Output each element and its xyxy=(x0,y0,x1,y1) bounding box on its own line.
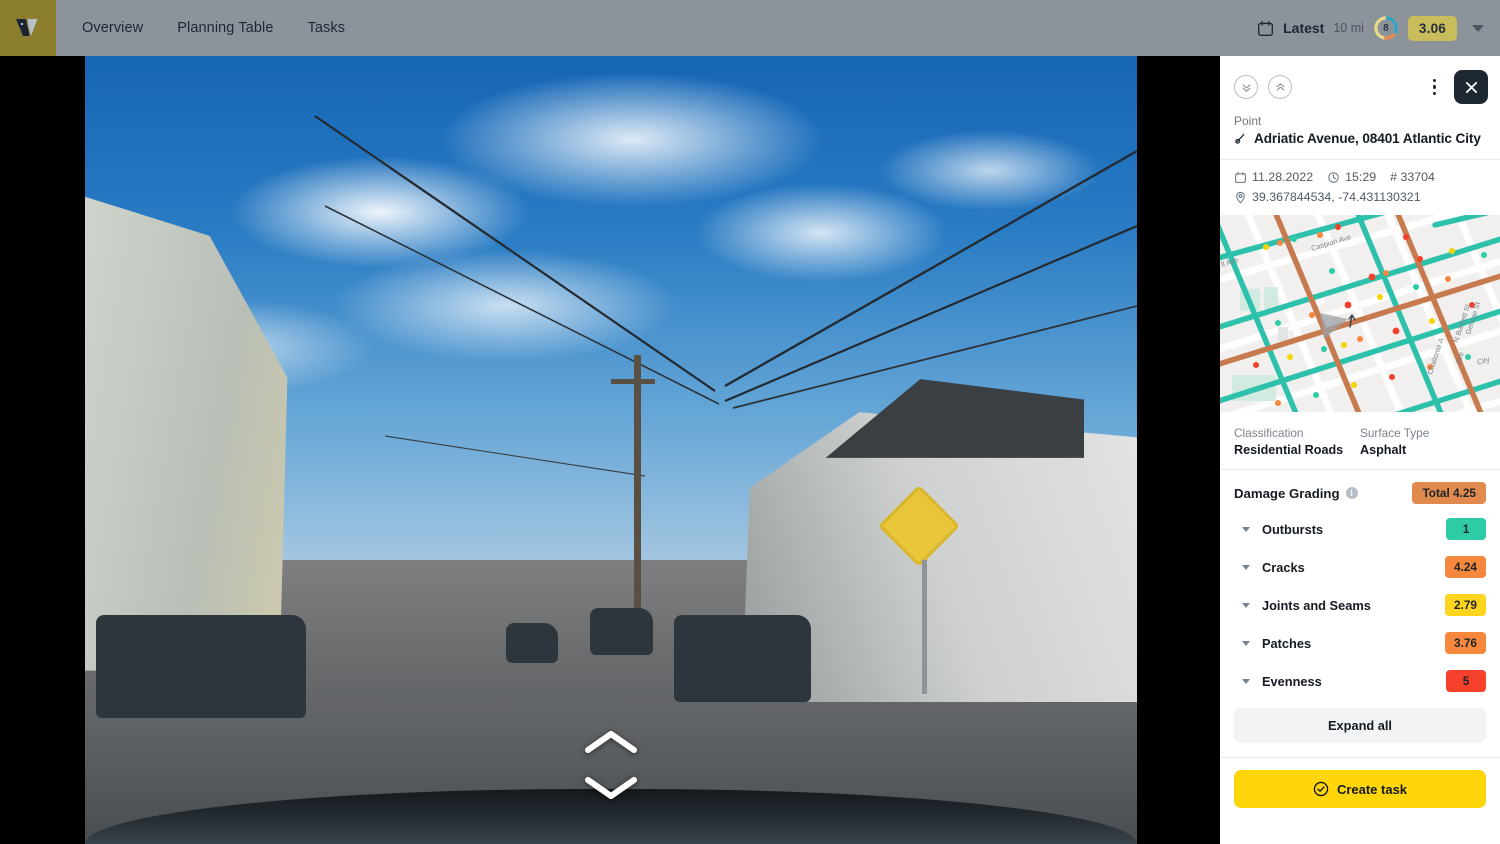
damage-grading-row[interactable]: Joints and Seams 2.79 xyxy=(1220,586,1500,624)
metadata-row-primary: 11.28.2022 15:29 # 33704 xyxy=(1234,170,1486,184)
road-marker-icon xyxy=(1235,133,1245,144)
sign-post xyxy=(922,560,928,695)
expand-all-section: Expand all xyxy=(1220,700,1500,757)
damage-grading-row-label: Patches xyxy=(1262,635,1312,651)
surface-type-label: Surface Type xyxy=(1360,426,1430,440)
page-title: Adriatic Avenue, 08401 Atlantic City xyxy=(1254,131,1481,146)
damage-grading-row-label: Joints and Seams xyxy=(1262,597,1371,613)
chevron-down-icon[interactable] xyxy=(1242,602,1250,608)
damage-grading-row-score: 3.76 xyxy=(1445,632,1486,654)
info-icon[interactable]: i xyxy=(1345,487,1358,499)
condition-donut-chart[interactable]: 8 xyxy=(1373,15,1399,41)
mini-map[interactable]: Caspian Ave ll Ave George St N Bartlett … xyxy=(1220,215,1500,412)
close-icon xyxy=(1465,81,1477,93)
coordinates-item: 39.367844534, -74.431130321 xyxy=(1234,190,1421,204)
expand-all-icon-button[interactable] xyxy=(1268,75,1292,99)
chevron-down-icon[interactable] xyxy=(1242,678,1250,684)
top-navigation-bar: Overview Planning Table Tasks Latest 10 … xyxy=(0,0,1500,56)
distance-label: 10 mi xyxy=(1333,21,1364,35)
detail-panel: Point Adriatic Avenue, 08401 Atlantic Ci… xyxy=(1220,56,1500,844)
chevron-down-icon[interactable] xyxy=(583,774,639,802)
damage-grading-row-score: 4.24 xyxy=(1445,556,1486,578)
main-nav: Overview Planning Table Tasks xyxy=(82,20,345,36)
nav-item-overview[interactable]: Overview xyxy=(82,20,143,36)
damage-grading-row[interactable]: Outbursts 1 xyxy=(1220,510,1500,548)
damage-grading-row-label: Evenness xyxy=(1262,673,1322,689)
chevron-down-icon[interactable] xyxy=(1472,24,1484,32)
kebab-dot xyxy=(1432,91,1436,95)
check-circle-icon xyxy=(1313,781,1329,797)
capture-date: 11.28.2022 xyxy=(1252,170,1314,184)
metadata-row-coordinates: 39.367844534, -74.431130321 xyxy=(1234,190,1486,204)
street-view-viewer[interactable] xyxy=(0,56,1220,844)
classification-value: Residential Roads xyxy=(1234,443,1344,457)
overall-score-badge: 3.06 xyxy=(1407,15,1457,41)
more-options-button[interactable] xyxy=(1425,75,1444,99)
chevron-down-icon[interactable] xyxy=(1242,640,1250,646)
classification-label: Classification xyxy=(1234,426,1304,440)
create-task-label: Create task xyxy=(1336,781,1408,797)
damage-grading-row-score: 2.79 xyxy=(1445,594,1486,616)
calendar-icon xyxy=(1235,171,1246,183)
coordinates-value: 39.367844534, -74.431130321 xyxy=(1252,190,1421,204)
create-task-button[interactable]: Create task xyxy=(1234,770,1486,808)
classification-column: Classification Residential Roads xyxy=(1234,426,1360,457)
chevron-down-icon[interactable] xyxy=(1242,564,1250,570)
calendar-icon xyxy=(1258,20,1274,36)
damage-grading-row-score: 1 xyxy=(1446,518,1486,540)
chevron-down-icon[interactable] xyxy=(1242,526,1250,532)
image-navigation-controls xyxy=(583,728,639,802)
damage-grading-row[interactable]: Patches 3.76 xyxy=(1220,624,1500,662)
parked-car xyxy=(95,615,306,718)
total-score-badge: Total 4.25 xyxy=(1412,482,1486,504)
clock-icon xyxy=(1328,171,1339,183)
damage-grading-row[interactable]: Evenness 5 xyxy=(1220,662,1500,700)
date-filter-label[interactable]: Latest xyxy=(1283,20,1324,36)
map-canvas: Caspian Ave ll Ave George St N Bartlett … xyxy=(1220,215,1500,412)
damage-grading-header: Damage Grading i Total 4.25 xyxy=(1220,470,1500,510)
utility-pole xyxy=(634,355,642,640)
utility-pole-crossarm xyxy=(611,379,655,385)
chevron-up-icon[interactable] xyxy=(583,728,639,756)
double-chevron-up-icon xyxy=(1276,82,1284,91)
donut-value: 8 xyxy=(1383,22,1389,34)
id-item: # 33704 xyxy=(1390,170,1435,184)
metadata-section: 11.28.2022 15:29 # 33704 39.367844534, -… xyxy=(1220,160,1500,215)
app-logo[interactable] xyxy=(0,0,56,56)
surface-type-value: Asphalt xyxy=(1360,443,1407,457)
app-root: Overview Planning Table Tasks Latest 10 … xyxy=(0,0,1500,844)
parked-car xyxy=(505,623,559,663)
collapse-all-button[interactable] xyxy=(1234,75,1258,99)
nav-item-planning-table[interactable]: Planning Table xyxy=(177,20,273,36)
damage-grading-row[interactable]: Cracks 4.24 xyxy=(1220,548,1500,586)
damage-grading-rows: Outbursts 1 Cracks 4.24 Joints and Seams 2.79… xyxy=(1220,510,1500,700)
damage-grading-title: Damage Grading xyxy=(1234,485,1340,501)
damage-grading-row-label: Outbursts xyxy=(1262,521,1324,537)
classification-section: Classification Residential Roads Surface… xyxy=(1220,412,1500,469)
kebab-dot xyxy=(1432,79,1436,83)
parked-car xyxy=(589,607,654,655)
point-title-row: Adriatic Avenue, 08401 Atlantic City xyxy=(1220,128,1500,159)
damage-grading-row-label: Cracks xyxy=(1262,559,1305,575)
close-panel-button[interactable] xyxy=(1454,70,1488,104)
point-type-label: Point xyxy=(1234,114,1262,128)
capture-time: 15:29 xyxy=(1345,170,1377,184)
time-item: 15:29 xyxy=(1327,170,1376,184)
parked-car xyxy=(674,615,811,703)
vialytics-logo-icon xyxy=(16,19,38,36)
point-id: # 33704 xyxy=(1390,170,1435,184)
damage-grading-row-score: 5 xyxy=(1446,670,1486,692)
expand-all-button[interactable]: Expand all xyxy=(1234,708,1486,743)
location-pin-icon xyxy=(1236,191,1245,203)
create-task-section: Create task xyxy=(1220,758,1500,822)
nav-item-tasks[interactable]: Tasks xyxy=(308,20,346,36)
kebab-dot xyxy=(1432,85,1436,89)
date-item: 11.28.2022 xyxy=(1234,170,1313,184)
double-chevron-down-icon xyxy=(1242,83,1250,92)
surface-type-column: Surface Type Asphalt xyxy=(1360,426,1486,457)
panel-header xyxy=(1220,56,1500,104)
topbar-controls: Latest 10 mi 8 3.06 xyxy=(1257,15,1500,41)
street-view-image xyxy=(85,56,1137,844)
